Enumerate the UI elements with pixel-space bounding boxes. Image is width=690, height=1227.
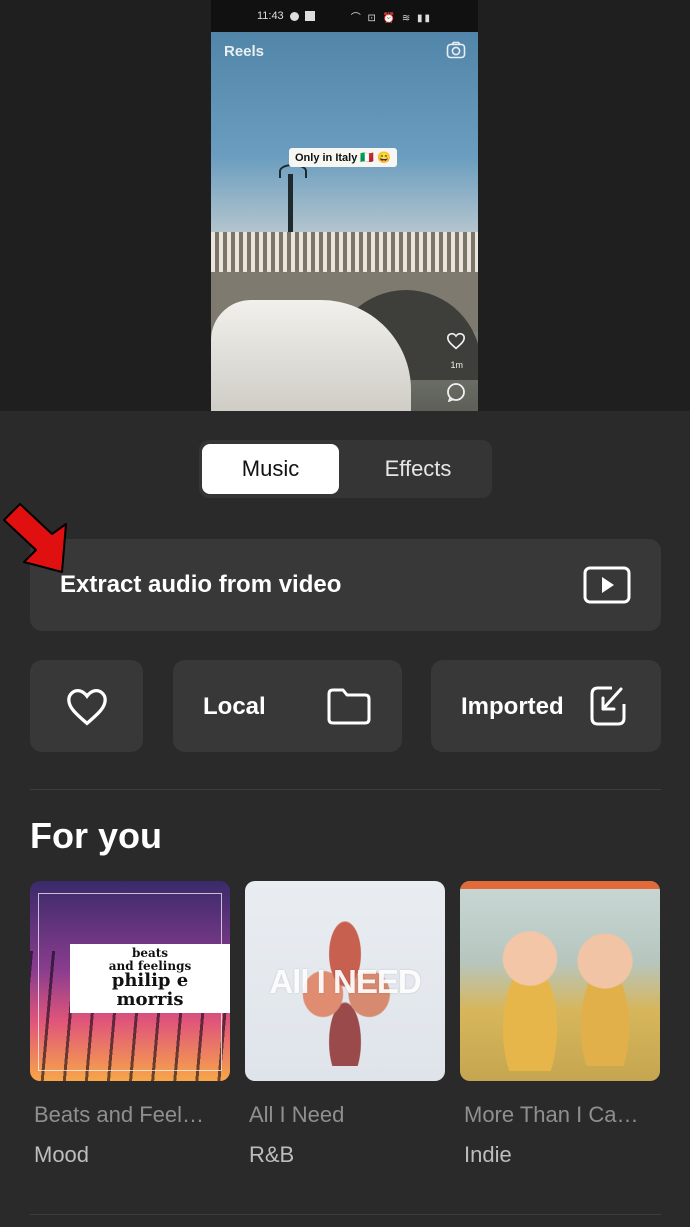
status-time: 11:43 bbox=[256, 10, 284, 22]
cover-text-line1: beats bbox=[131, 946, 169, 960]
like-count: 1m bbox=[450, 360, 463, 370]
track-genre: Indie bbox=[464, 1142, 512, 1167]
heart-icon bbox=[446, 332, 466, 355]
status-system-icons: ⌒ ⊡ ⏰ ≋ ▮▮ bbox=[350, 12, 433, 24]
cover-edge bbox=[460, 881, 660, 889]
annotation-arrow-icon bbox=[0, 500, 72, 585]
lamp-post-pole bbox=[288, 174, 293, 232]
album-cover-more-than-i-can[interactable] bbox=[460, 881, 660, 1081]
divider bbox=[30, 1214, 661, 1215]
cover-figure bbox=[485, 921, 575, 1071]
video-caption: Only in Italy 🇮🇹 😄 bbox=[289, 148, 397, 167]
track-genre: Mood bbox=[34, 1142, 90, 1167]
heart-icon bbox=[65, 687, 109, 732]
for-you-title: For you bbox=[30, 815, 162, 856]
track-genre: R&B bbox=[249, 1142, 295, 1167]
comment-icon bbox=[446, 382, 466, 407]
cover-figure bbox=[565, 926, 645, 1066]
imported-button[interactable]: Imported bbox=[431, 660, 661, 752]
album-cover-beats-and-feelings[interactable]: beats and feelings philip e morris bbox=[30, 881, 230, 1081]
tab-effects[interactable]: Effects bbox=[351, 444, 485, 494]
video-preview-area: 11:43 ⌒ ⊡ ⏰ ≋ ▮▮ Reels Only in Italy 🇮🇹 … bbox=[0, 0, 690, 411]
status-bar: 11:43 ⌒ ⊡ ⏰ ≋ ▮▮ bbox=[211, 0, 478, 32]
status-app-icon-2 bbox=[304, 11, 315, 21]
local-label: Local bbox=[203, 693, 266, 720]
reels-label: Reels bbox=[224, 43, 265, 60]
cover-text: All I NEED bbox=[269, 963, 421, 1000]
divider bbox=[30, 789, 661, 790]
extract-audio-button[interactable]: Extract audio from video bbox=[30, 539, 661, 631]
cover-title-badge: beats and feelings philip e morris bbox=[70, 944, 230, 1013]
music-effects-tabs: Music Effects bbox=[199, 440, 492, 498]
status-app-icon bbox=[289, 11, 299, 21]
track-title[interactable]: More Than I Ca… bbox=[464, 1102, 659, 1128]
extract-audio-label: Extract audio from video bbox=[60, 571, 342, 598]
album-cover-all-i-need[interactable]: All I NEED bbox=[245, 881, 445, 1081]
local-button[interactable]: Local bbox=[173, 660, 402, 752]
video-play-icon bbox=[583, 566, 631, 609]
imported-label: Imported bbox=[461, 693, 564, 720]
track-title[interactable]: Beats and Feel… bbox=[34, 1102, 229, 1128]
tab-music[interactable]: Music bbox=[202, 444, 339, 494]
bridge-balustrade bbox=[211, 232, 478, 272]
import-icon bbox=[588, 684, 628, 733]
favorites-button[interactable] bbox=[30, 660, 143, 752]
track-title[interactable]: All I Need bbox=[249, 1102, 444, 1128]
folder-icon bbox=[326, 686, 372, 731]
video-preview[interactable]: 11:43 ⌒ ⊡ ⏰ ≋ ▮▮ Reels Only in Italy 🇮🇹 … bbox=[211, 0, 478, 411]
camera-icon bbox=[446, 41, 466, 64]
cover-text-line3: philip e morris bbox=[111, 970, 189, 1011]
